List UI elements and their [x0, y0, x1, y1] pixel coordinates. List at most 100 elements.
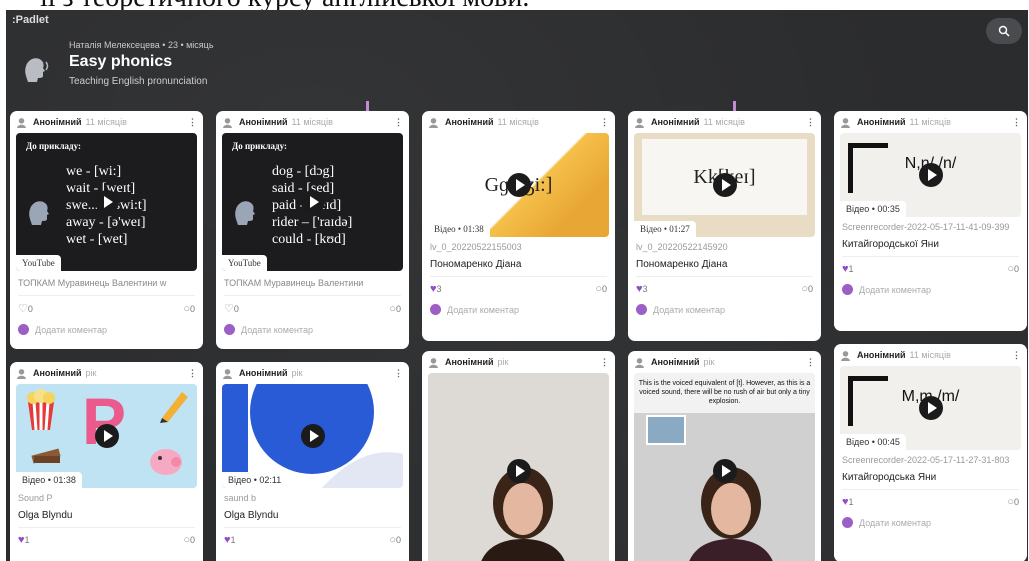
- video-thumbnail[interactable]: Gɡ[dʒi:] Відео • 01:38: [428, 133, 609, 237]
- comment-icon[interactable]: ○: [801, 283, 808, 295]
- video-filename: saund b: [224, 493, 257, 503]
- post-menu-icon[interactable]: ⋮: [1012, 117, 1021, 128]
- play-button-icon[interactable]: [94, 190, 119, 214]
- like-count: 1: [24, 535, 30, 545]
- like-count: 3: [642, 284, 648, 294]
- post-card[interactable]: Анонімний 11 місяців ⋮ Kk[keɪ] Відео • 0…: [628, 111, 821, 341]
- board-speaking-head-icon: [25, 58, 49, 82]
- play-button-icon[interactable]: [712, 459, 737, 483]
- post-card[interactable]: Анонімний рік ⋮ P Відео • 01:38 Sound P …: [10, 362, 203, 561]
- post-menu-icon[interactable]: ⋮: [806, 117, 815, 128]
- heart-outline-icon[interactable]: ♡: [18, 302, 28, 315]
- post-menu-icon[interactable]: ⋮: [600, 357, 609, 368]
- play-button-icon[interactable]: [712, 173, 737, 197]
- post-header: Анонімний 11 місяців ⋮: [216, 111, 409, 133]
- comment-icon[interactable]: ○: [183, 534, 190, 546]
- post-card[interactable]: Анонімний 11 місяців ⋮ Gɡ[dʒi:] Відео • …: [422, 111, 615, 341]
- like-count: 0: [27, 303, 33, 314]
- video-thumbnail[interactable]: Kk[keɪ] Відео • 01:27: [634, 133, 815, 237]
- post-author: Анонімний: [651, 117, 700, 127]
- comment-icon[interactable]: ○: [389, 534, 396, 546]
- heart-outline-icon[interactable]: ♡: [224, 302, 234, 315]
- post-card[interactable]: Анонімний 11 місяців ⋮ M,m /m/ Відео • 0…: [834, 344, 1027, 561]
- add-comment-field[interactable]: Додати коментар: [216, 315, 409, 344]
- comment-icon[interactable]: ○: [389, 303, 396, 315]
- add-comment-field[interactable]: Додати коментар: [422, 295, 615, 324]
- comment-icon[interactable]: ○: [183, 303, 190, 315]
- post-reactions: ♥ 1 ○ 0: [834, 490, 1027, 508]
- video-thumbnail[interactable]: P Відео • 01:38: [16, 384, 197, 488]
- video-thumbnail[interactable]: M,m /m/ Відео • 00:45: [840, 366, 1021, 450]
- padlet-board: :Padlet Наталія Мелексецева • 23 • місяц…: [6, 10, 1028, 561]
- play-button-icon[interactable]: [506, 459, 531, 483]
- post-menu-icon[interactable]: ⋮: [188, 368, 197, 379]
- post-card[interactable]: Анонімний рік ⋮ Відео • 02:11 saund b Ol…: [216, 362, 409, 561]
- play-button-icon[interactable]: [94, 424, 119, 448]
- column-divider: [733, 101, 736, 111]
- post-menu-icon[interactable]: ⋮: [1012, 350, 1021, 361]
- thumbnail-note-text: This is the voiced equivalent of [t]. Ho…: [638, 380, 811, 405]
- like-count: 3: [436, 284, 442, 294]
- author-avatar-icon: [17, 368, 26, 379]
- post-author: Анонімний: [33, 117, 82, 127]
- comment-count: 0: [1013, 264, 1019, 274]
- wood-pieces-icon: [31, 448, 61, 464]
- post-card[interactable]: Анонімний 11 місяців ⋮ До прикладу: we -…: [10, 111, 203, 349]
- post-menu-icon[interactable]: ⋮: [600, 117, 609, 128]
- add-comment-field[interactable]: Додати коментар: [834, 508, 1027, 537]
- post-author: Анонімний: [239, 368, 288, 378]
- post-menu-icon[interactable]: ⋮: [394, 117, 403, 128]
- author-avatar-icon: [841, 350, 850, 361]
- add-comment-label: Додати коментар: [859, 517, 931, 528]
- comment-icon[interactable]: ○: [1007, 263, 1014, 275]
- search-button[interactable]: [986, 18, 1022, 44]
- play-button-icon[interactable]: [300, 424, 325, 448]
- post-card[interactable]: Анонімний 11 місяців ⋮ До прикладу: dog …: [216, 111, 409, 349]
- post-card[interactable]: Анонімний 11 місяців ⋮ N,n/ /n/ Відео • …: [834, 111, 1027, 331]
- comment-icon[interactable]: ○: [595, 283, 602, 295]
- like-count: 1: [848, 497, 854, 507]
- like-count: 1: [848, 264, 854, 274]
- post-caption: ТОПКАМ Муравинець Валентини w: [18, 278, 167, 288]
- post-reactions: ♥ 1 ○ 0: [10, 528, 203, 546]
- user-avatar: [842, 284, 853, 295]
- play-button-icon[interactable]: [918, 163, 943, 187]
- video-thumbnail[interactable]: Відео • 02:11: [222, 384, 403, 488]
- pencil-icon: [160, 392, 188, 423]
- video-duration-badge: Відео • 01:27: [634, 221, 696, 237]
- comment-icon[interactable]: ○: [1007, 496, 1014, 508]
- post-reactions: ♥ 3 ○ 0: [422, 277, 615, 295]
- post-menu-icon[interactable]: ⋮: [188, 117, 197, 128]
- comment-count: 0: [189, 535, 195, 545]
- video-thumbnail[interactable]: [428, 373, 609, 561]
- video-filename: Screenrecorder-2022-05-17-11-41-09-399: [842, 222, 1010, 232]
- play-button-icon[interactable]: [506, 173, 531, 197]
- post-menu-icon[interactable]: ⋮: [806, 357, 815, 368]
- add-comment-field[interactable]: Додати коментар: [10, 315, 203, 344]
- author-avatar-icon: [841, 117, 850, 128]
- play-button-icon[interactable]: [300, 190, 325, 214]
- play-button-icon[interactable]: [918, 396, 943, 420]
- user-avatar: [636, 304, 647, 315]
- add-comment-field[interactable]: Додати коментар: [628, 295, 821, 324]
- video-thumbnail[interactable]: До прикладу: dog - [dɔg] said - [sed] paid…: [222, 133, 403, 271]
- post-card[interactable]: Анонімний рік ⋮: [422, 351, 615, 561]
- post-title: Olga Blyndu: [18, 510, 73, 521]
- post-time: 11 місяців: [291, 117, 333, 127]
- post-time: 11 місяців: [909, 350, 951, 360]
- video-thumbnail[interactable]: N,n/ /n/ Відео • 00:35: [840, 133, 1021, 217]
- post-author: Анонімний: [445, 357, 494, 367]
- post-time: 11 місяців: [703, 117, 745, 127]
- board-title: Easy phonics: [69, 53, 173, 70]
- post-time: рік: [291, 368, 303, 378]
- document-text-fragment: її з теоретичного курсу англійської мови…: [0, 0, 1029, 10]
- post-menu-icon[interactable]: ⋮: [394, 368, 403, 379]
- post-card[interactable]: Анонімний рік ⋮ This is the voiced equiv…: [628, 351, 821, 561]
- post-header: Анонімний 11 місяців ⋮: [422, 111, 615, 133]
- user-avatar: [224, 324, 235, 335]
- author-avatar-icon: [429, 357, 438, 368]
- add-comment-field[interactable]: Додати коментар: [834, 275, 1027, 304]
- video-thumbnail[interactable]: До прикладу: we - [wi:] wait - [weɪt] swe.…: [16, 133, 197, 271]
- video-thumbnail[interactable]: This is the voiced equivalent of [t]. Ho…: [634, 373, 815, 561]
- post-header: Анонімний рік ⋮: [10, 362, 203, 384]
